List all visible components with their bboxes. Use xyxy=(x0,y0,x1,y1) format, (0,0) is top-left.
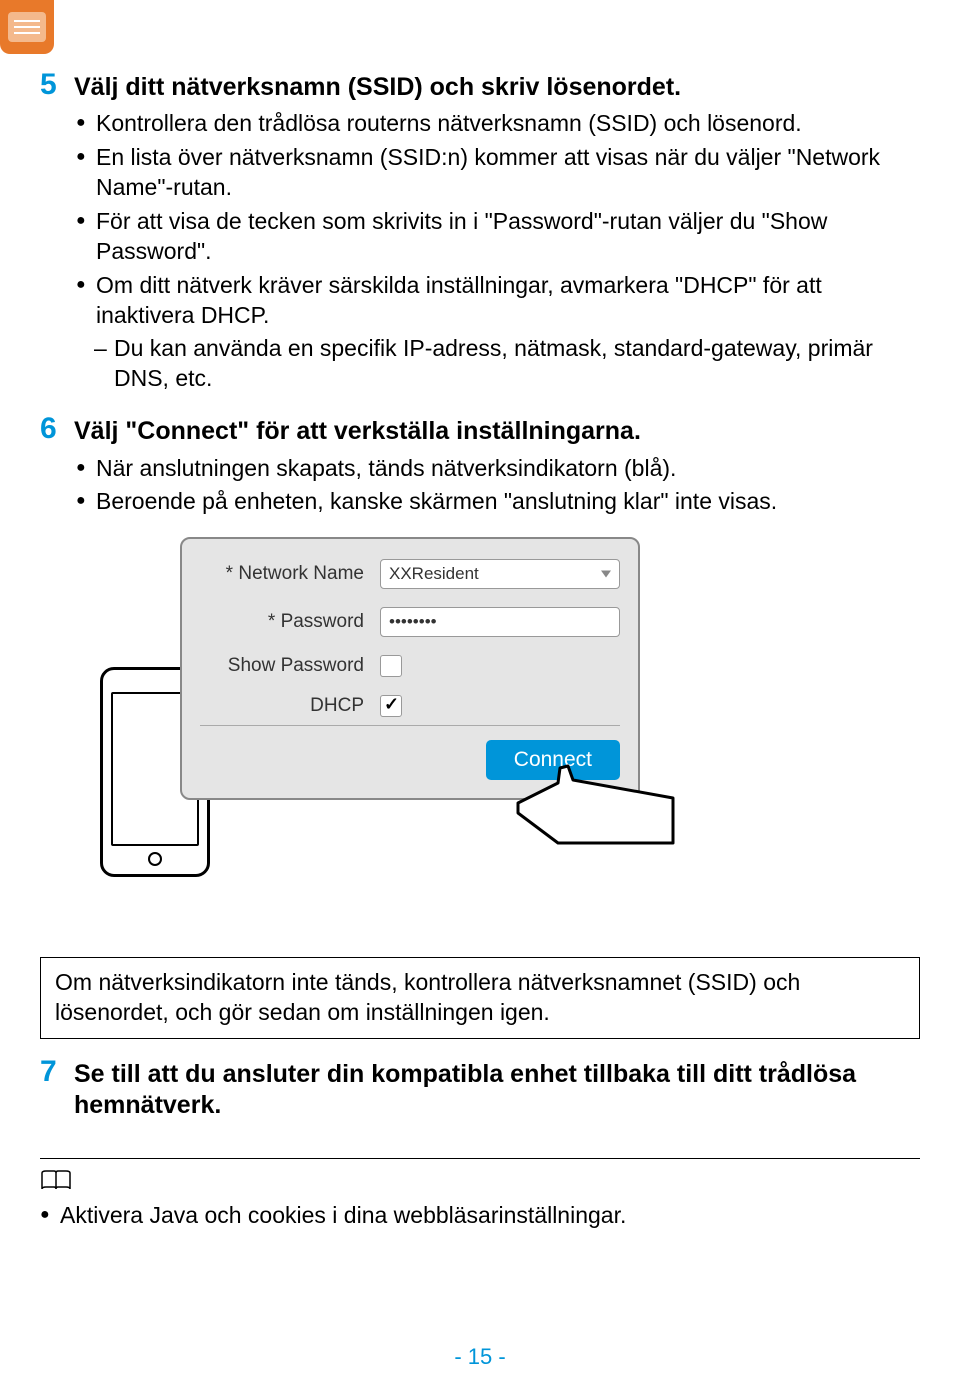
divider xyxy=(200,725,620,726)
bullet-item: När anslutningen skapats, tänds nätverks… xyxy=(76,454,920,484)
bullet-item: Beroende på enheten, kanske skärmen "ans… xyxy=(76,487,920,517)
book-icon xyxy=(40,1169,72,1193)
bullet-item: Kontrollera den trådlösa routerns nätver… xyxy=(76,109,920,139)
step-5: 5 Välj ditt nätverksnamn (SSID) och skri… xyxy=(40,70,920,394)
password-label: * Password xyxy=(200,611,380,633)
tip-section: Aktivera Java och cookies i dina webbläs… xyxy=(40,1158,920,1231)
network-name-value: XXResident xyxy=(389,564,479,584)
step-number: 5 xyxy=(40,70,64,100)
wifi-settings-panel: * Network Name XXResident * Password •••… xyxy=(180,537,640,800)
show-password-checkbox[interactable] xyxy=(380,655,402,677)
network-name-label: * Network Name xyxy=(200,563,380,585)
step-title: Se till att du ansluter din kompatibla e… xyxy=(74,1057,920,1122)
bullet-item: En lista över nätverksnamn (SSID:n) komm… xyxy=(76,143,920,203)
wifi-diagram: * Network Name XXResident * Password •••… xyxy=(100,537,660,917)
menu-lines-icon xyxy=(8,12,46,42)
step-number: 6 xyxy=(40,414,64,444)
bullet-item: För att visa de tecken som skrivits in i… xyxy=(76,207,920,267)
step-6: 6 Välj "Connect" för att verkställa inst… xyxy=(40,414,920,517)
step-title: Välj "Connect" för att verkställa instäl… xyxy=(74,414,641,447)
bullet-item: Om ditt nätverk kräver särskilda inställ… xyxy=(76,271,920,331)
tip-bullet: Aktivera Java och cookies i dina webbläs… xyxy=(40,1201,920,1231)
sub-bullet-item: Du kan använda en specifik IP-adress, nä… xyxy=(76,334,920,394)
step-7: 7 Se till att du ansluter din kompatibla… xyxy=(0,1057,960,1122)
password-value: •••••••• xyxy=(389,612,437,632)
show-password-label: Show Password xyxy=(200,655,380,677)
step-number: 7 xyxy=(40,1057,64,1087)
dhcp-label: DHCP xyxy=(200,695,380,717)
page-number: - 15 - xyxy=(0,1344,960,1370)
network-name-dropdown[interactable]: XXResident xyxy=(380,559,620,589)
dhcp-checkbox[interactable] xyxy=(380,695,402,717)
toc-icon[interactable] xyxy=(0,0,54,54)
divider xyxy=(40,1158,920,1159)
chevron-down-icon xyxy=(601,571,611,578)
step-title: Välj ditt nätverksnamn (SSID) och skriv … xyxy=(74,70,681,103)
hand-pointer-icon xyxy=(498,728,678,848)
note-box: Om nätverksindikatorn inte tänds, kontro… xyxy=(40,957,920,1039)
password-input[interactable]: •••••••• xyxy=(380,607,620,637)
